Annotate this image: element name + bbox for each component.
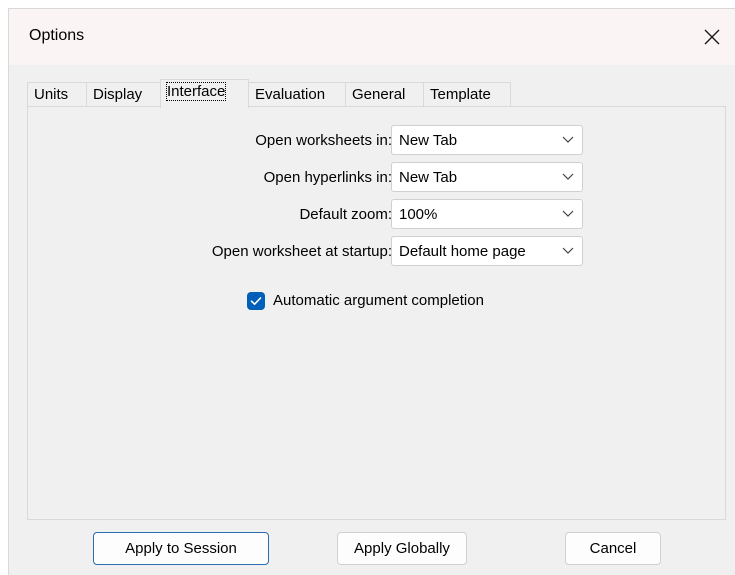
- open-hyperlinks-value: New Tab: [399, 169, 458, 186]
- tab-label: Interface: [165, 82, 227, 101]
- tab-label: Template: [430, 86, 491, 103]
- open-at-startup-value: Default home page: [399, 243, 526, 260]
- chevron-down-icon: [562, 210, 574, 217]
- chevron-down-icon: [562, 136, 574, 143]
- tab-interface[interactable]: Interface: [160, 79, 249, 108]
- default-zoom-select[interactable]: 100%: [391, 199, 583, 229]
- open-hyperlinks-select[interactable]: New Tab: [391, 162, 583, 192]
- window-title: Options: [29, 27, 85, 44]
- options-dialog: Options Units Display Interface Evaluati…: [8, 8, 735, 575]
- close-icon: [704, 29, 720, 45]
- default-zoom-label: Default zoom:: [299, 206, 392, 223]
- tab-units[interactable]: Units: [27, 82, 87, 106]
- chevron-down-icon: [562, 173, 574, 180]
- open-hyperlinks-row: Open hyperlinks in:: [28, 162, 392, 192]
- argument-completion-label: Automatic argument completion: [273, 292, 484, 309]
- chevron-down-icon: [562, 247, 574, 254]
- checkmark-icon: [250, 297, 262, 305]
- tab-label: Display: [93, 86, 143, 103]
- open-worksheets-label: Open worksheets in:: [255, 132, 392, 149]
- tab-display[interactable]: Display: [86, 82, 161, 106]
- default-zoom-row: Default zoom:: [28, 199, 392, 229]
- open-hyperlinks-label: Open hyperlinks in:: [263, 169, 392, 186]
- tab-template[interactable]: Template: [423, 82, 511, 106]
- open-worksheets-row: Open worksheets in:: [28, 125, 392, 155]
- default-zoom-value: 100%: [399, 206, 438, 223]
- tab-general[interactable]: General: [345, 82, 424, 106]
- tab-label: Units: [34, 86, 69, 103]
- apply-globally-button[interactable]: Apply Globally: [337, 532, 467, 565]
- tab-label: General: [352, 86, 406, 103]
- title-bar: Options: [9, 9, 735, 65]
- apply-to-session-button[interactable]: Apply to Session: [93, 532, 269, 565]
- close-button[interactable]: [689, 9, 735, 65]
- open-worksheets-select[interactable]: New Tab: [391, 125, 583, 155]
- argument-completion-checkbox[interactable]: [247, 292, 265, 310]
- cancel-button[interactable]: Cancel: [565, 532, 661, 565]
- tab-label: Evaluation: [255, 86, 326, 103]
- open-at-startup-row: Open worksheet at startup:: [28, 236, 392, 266]
- open-at-startup-label: Open worksheet at startup:: [211, 243, 392, 260]
- tab-evaluation[interactable]: Evaluation: [248, 82, 346, 106]
- interface-panel: Open worksheets in: New Tab Open hyperli…: [27, 106, 726, 520]
- open-at-startup-select[interactable]: Default home page: [391, 236, 583, 266]
- open-worksheets-value: New Tab: [399, 132, 458, 149]
